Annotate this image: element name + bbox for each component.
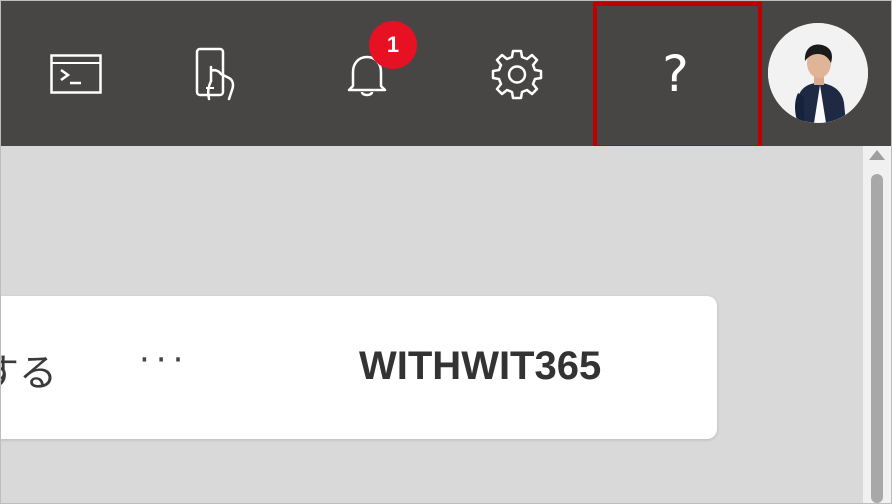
cloud-shell-button[interactable] [1, 1, 151, 146]
vertical-scrollbar[interactable] [863, 146, 891, 503]
avatar-photo [768, 23, 868, 123]
main-content: する ··· WITHWIT365 [1, 146, 863, 503]
settings-button[interactable] [442, 1, 592, 146]
more-options-button[interactable]: ··· [139, 340, 189, 380]
user-avatar[interactable] [768, 23, 868, 123]
scroll-thumb[interactable] [871, 174, 883, 503]
help-icon: ? [662, 44, 689, 103]
top-bar: 1 ? [1, 1, 891, 149]
account-card: する ··· WITHWIT365 [1, 296, 717, 439]
directory-subscription-button[interactable] [142, 1, 292, 146]
organization-name: WITHWIT365 [359, 344, 602, 388]
gear-icon [491, 48, 543, 100]
notification-count-badge: 1 [369, 21, 417, 69]
cloud-shell-icon [50, 53, 102, 94]
window-frame: 1 ? る ··· WITHWIT365 [0, 0, 892, 504]
notifications-button[interactable] [292, 1, 442, 146]
help-button[interactable]: ? [593, 1, 758, 146]
directory-subscription-icon [193, 47, 241, 101]
card-action-text[interactable]: する [1, 342, 57, 397]
scroll-up-arrow-icon[interactable] [869, 150, 885, 160]
